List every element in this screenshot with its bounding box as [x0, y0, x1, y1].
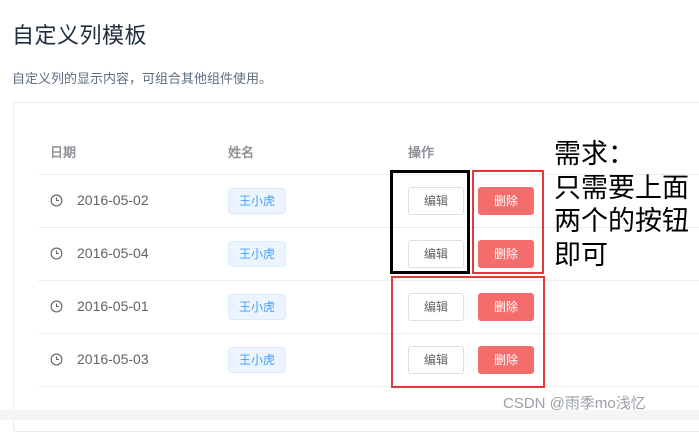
annotation-line: 即可	[554, 239, 608, 270]
clock-icon	[50, 247, 63, 259]
annotation-line: 需求：	[554, 139, 635, 169]
annotation-text: 需求： 只需要上面 两个的按钮 即可	[554, 138, 699, 272]
page-title: 自定义列模板	[12, 23, 148, 48]
date-text: 2016-05-01	[77, 298, 149, 314]
name-tag: 王小虎	[228, 294, 287, 320]
clock-icon	[50, 194, 63, 206]
date-cell: 2016-05-02	[50, 192, 149, 208]
date-cell: 2016-05-03	[50, 351, 149, 367]
highlight-box-edit	[390, 170, 470, 274]
table-row: 2016-05-03 王小虎 编辑 删除	[38, 333, 699, 387]
date-text: 2016-05-03	[77, 351, 149, 367]
clock-icon	[50, 353, 63, 365]
column-header-actions: 操作	[408, 145, 435, 160]
page-description: 自定义列的显示内容，可组合其他组件使用。	[12, 71, 273, 86]
date-text: 2016-05-02	[77, 192, 149, 208]
bottom-strip	[0, 410, 699, 420]
highlight-box-delete	[472, 170, 544, 274]
annotation-line: 两个的按钮	[554, 206, 689, 236]
annotation-line: 只需要上面	[554, 172, 689, 203]
date-cell: 2016-05-01	[50, 298, 149, 314]
date-cell: 2016-05-04	[50, 245, 149, 261]
column-header-date: 日期	[50, 145, 77, 160]
name-tag: 王小虎	[228, 188, 287, 214]
date-text: 2016-05-04	[77, 245, 149, 261]
table-row: 2016-05-01 王小虎 编辑 删除	[38, 280, 699, 334]
clock-icon	[50, 300, 63, 312]
highlight-box-bottom-buttons	[391, 276, 545, 388]
name-tag: 王小虎	[228, 347, 287, 373]
name-tag: 王小虎	[228, 241, 287, 267]
column-header-name: 姓名	[228, 145, 255, 160]
